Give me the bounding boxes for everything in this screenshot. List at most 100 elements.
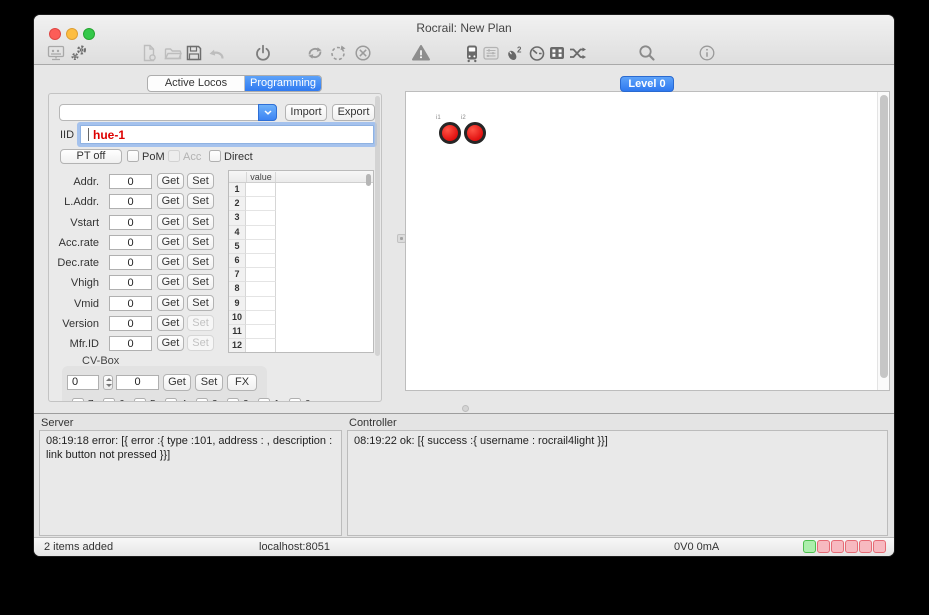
chevron-down-icon[interactable]	[258, 104, 277, 121]
properties-list-icon[interactable]	[480, 42, 502, 64]
get-button[interactable]: Get	[157, 335, 184, 351]
table-row[interactable]: 8	[229, 282, 373, 297]
field-value-input[interactable]: 0	[109, 316, 152, 331]
settings-gears-icon[interactable]	[68, 42, 90, 64]
table-row[interactable]: 3	[229, 211, 373, 226]
panel-scrollbar-thumb[interactable]	[375, 96, 380, 356]
tab-active-locos[interactable]: Active Locos	[148, 76, 245, 91]
output-button-red[interactable]	[464, 122, 486, 144]
cv-number-input[interactable]: 0	[67, 375, 99, 390]
value-column-header[interactable]: value	[246, 172, 276, 182]
get-button[interactable]: Get	[157, 193, 184, 209]
value-cell[interactable]	[246, 296, 276, 311]
table-row[interactable]: 4	[229, 225, 373, 240]
get-button[interactable]: Get	[157, 295, 184, 311]
tab-level-0[interactable]: Level 0	[620, 76, 674, 92]
info-icon[interactable]	[696, 42, 718, 64]
cv-number-stepper[interactable]	[103, 375, 113, 390]
canvas-scrollbar[interactable]	[877, 92, 889, 390]
bit-checkbox[interactable]	[227, 398, 239, 401]
field-value-input[interactable]: 0	[109, 296, 152, 311]
output-button-red[interactable]	[439, 122, 461, 144]
value-cell[interactable]	[246, 211, 276, 226]
set-button[interactable]: Set	[187, 234, 214, 250]
value-cell[interactable]	[246, 253, 276, 269]
value-cell[interactable]	[246, 268, 276, 283]
field-value-input[interactable]: 0	[109, 275, 152, 290]
table-row[interactable]: 10	[229, 310, 373, 325]
field-value-input[interactable]: 0	[109, 174, 152, 189]
bit-checkbox[interactable]	[103, 398, 115, 401]
value-cell[interactable]	[246, 282, 276, 297]
value-cell[interactable]	[246, 183, 276, 198]
bit-checkbox[interactable]	[72, 398, 84, 401]
cv-value-input[interactable]: 0	[116, 375, 159, 390]
search-icon[interactable]	[636, 42, 658, 64]
value-cell[interactable]	[246, 310, 276, 325]
bit-checkbox[interactable]	[134, 398, 146, 401]
get-button[interactable]: Get	[157, 254, 184, 270]
pom-checkbox[interactable]	[127, 150, 139, 162]
get-button[interactable]: Get	[157, 173, 184, 189]
shuffle-icon[interactable]	[566, 42, 588, 64]
get-button[interactable]: Get	[157, 315, 184, 331]
cv-get-button[interactable]: Get	[163, 374, 191, 391]
table-row[interactable]: 9	[229, 296, 373, 311]
undo-icon[interactable]	[205, 42, 227, 64]
value-cell[interactable]	[246, 225, 276, 240]
get-button[interactable]: Get	[157, 274, 184, 290]
save-icon[interactable]	[183, 42, 205, 64]
set-button[interactable]: Set	[187, 295, 214, 311]
value-cell[interactable]	[246, 324, 276, 340]
set-button[interactable]: Set	[187, 214, 214, 230]
cancel-icon[interactable]	[352, 42, 374, 64]
pom-mouse-icon[interactable]: 2	[503, 42, 525, 64]
table-scrollbar-thumb[interactable]	[366, 174, 371, 186]
table-row[interactable]: 2	[229, 197, 373, 212]
table-row[interactable]: 11	[229, 324, 373, 340]
open-folder-icon[interactable]	[162, 42, 184, 64]
bit-checkbox[interactable]	[165, 398, 177, 401]
table-row[interactable]: 1	[229, 183, 373, 198]
get-button[interactable]: Get	[157, 234, 184, 250]
controller-log-box[interactable]: 08:19:22 ok: [{ success :{ username : ro…	[347, 430, 888, 536]
get-button[interactable]: Get	[157, 214, 184, 230]
cv-fx-button[interactable]: FX	[227, 374, 257, 391]
table-row[interactable]: 6	[229, 253, 373, 269]
iid-input[interactable]: hue-1	[80, 125, 374, 144]
pt-off-button[interactable]: PT off	[60, 149, 122, 164]
set-button[interactable]: Set	[187, 254, 214, 270]
plan-canvas[interactable]: i1 i2	[405, 91, 890, 391]
bit-checkbox[interactable]	[289, 398, 301, 401]
table-row[interactable]: 12	[229, 339, 373, 352]
horizontal-splitter-handle[interactable]	[462, 405, 469, 412]
set-button[interactable]: Set	[187, 173, 214, 189]
set-button[interactable]: Set	[187, 274, 214, 290]
tab-programming[interactable]: Programming	[245, 76, 321, 91]
export-button[interactable]: Export	[332, 104, 375, 121]
table-row[interactable]: 5	[229, 239, 373, 254]
direct-checkbox[interactable]	[209, 150, 221, 162]
new-file-icon[interactable]	[138, 42, 160, 64]
field-value-input[interactable]: 0	[109, 215, 152, 230]
loco-select-combo[interactable]	[59, 104, 277, 121]
field-value-input[interactable]: 0	[109, 235, 152, 250]
set-button[interactable]: Set	[187, 193, 214, 209]
bit-checkbox[interactable]	[196, 398, 208, 401]
bit-checkbox[interactable]	[258, 398, 270, 401]
gauge-icon[interactable]	[526, 42, 548, 64]
import-button[interactable]: Import	[285, 104, 327, 121]
routes-grid-icon[interactable]	[546, 42, 568, 64]
value-cell[interactable]	[246, 239, 276, 254]
warning-icon[interactable]	[410, 42, 432, 64]
field-value-input[interactable]: 0	[109, 336, 152, 351]
field-value-input[interactable]: 0	[109, 194, 152, 209]
value-cell[interactable]	[246, 197, 276, 212]
power-icon[interactable]	[252, 42, 274, 64]
field-value-input[interactable]: 0	[109, 255, 152, 270]
server-log-box[interactable]: 08:19:18 error: [{ error :{ type :101, a…	[39, 430, 342, 536]
cv-set-button[interactable]: Set	[195, 374, 223, 391]
table-row[interactable]: 7	[229, 268, 373, 283]
canvas-scrollbar-thumb[interactable]	[879, 95, 888, 378]
sync-icon[interactable]	[304, 42, 326, 64]
